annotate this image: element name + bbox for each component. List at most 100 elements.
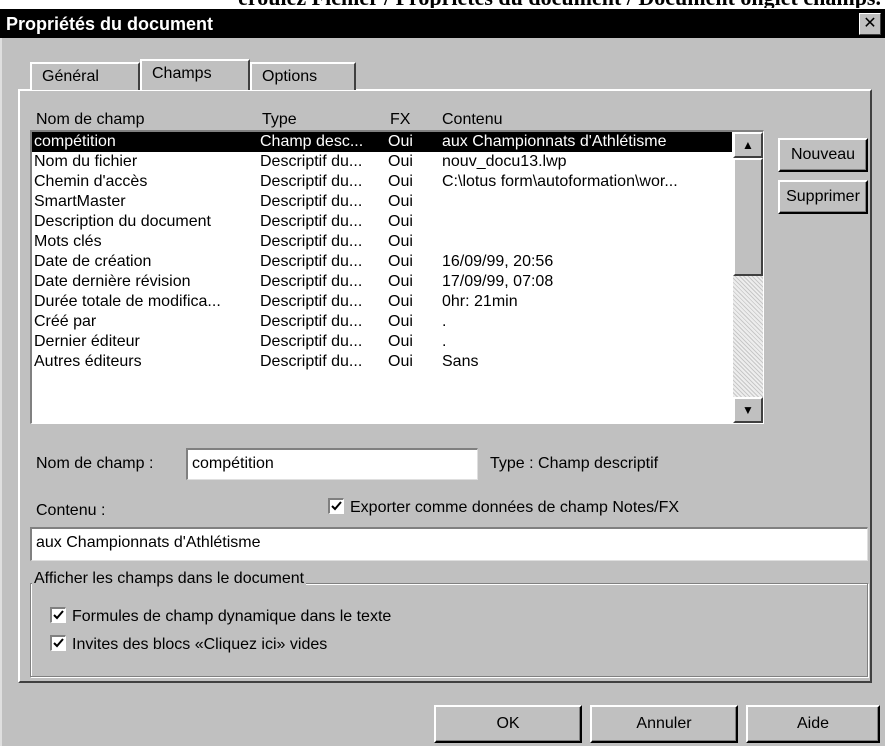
scroll-up-button[interactable]: ▲	[733, 132, 763, 158]
delete-field-button[interactable]: Supprimer	[778, 180, 868, 214]
list-item[interactable]: compétition Champ desc... Oui aux Championn…	[32, 132, 732, 152]
checkmark-icon	[53, 610, 64, 620]
cell-content: aux Championnats d'Athlétisme	[442, 133, 667, 150]
fields-list[interactable]: compétition Champ desc... Oui aux Championn…	[30, 130, 764, 424]
cell-type: Descriptif du...	[260, 353, 363, 370]
button-label: Annuler	[636, 715, 692, 732]
checkmark-icon	[53, 638, 64, 648]
list-item[interactable]: Autres éditeurs Descriptif du... Oui Sans	[32, 352, 732, 372]
cell-type: Descriptif du...	[260, 173, 363, 190]
list-item[interactable]: Date dernière révision Descriptif du... Ou…	[32, 272, 732, 292]
cell-fx: Oui	[388, 313, 413, 330]
field-name-input[interactable]: compétition	[186, 448, 478, 480]
cell-fx: Oui	[388, 333, 413, 350]
cell-fx: Oui	[388, 253, 413, 270]
list-scrollbar[interactable]: ▲ ▼	[733, 132, 763, 423]
content-input[interactable]: aux Championnats d'Athlétisme	[30, 527, 868, 561]
export-checkbox-row[interactable]: Exporter comme données de champ Notes/FX	[328, 497, 679, 519]
cell-name: Autres éditeurs	[34, 353, 142, 370]
cell-fx: Oui	[388, 233, 413, 250]
col-header-content[interactable]: Contenu	[442, 110, 503, 130]
list-item[interactable]: Description du document Descriptif du... O…	[32, 212, 732, 232]
dialog-title: Propriétés du document	[6, 14, 214, 34]
cell-fx: Oui	[388, 133, 413, 150]
help-button[interactable]: Aide	[746, 705, 880, 743]
list-item[interactable]: Créé par Descriptif du... Oui.	[32, 312, 732, 332]
cell-name: Nom du fichier	[34, 153, 138, 170]
arrow-down-icon: ▼	[742, 403, 754, 417]
export-checkbox-label: Exporter comme données de champ Notes/FX	[350, 499, 680, 516]
cell-type: Descriptif du...	[260, 213, 363, 230]
cell-name: SmartMaster	[34, 193, 126, 210]
click-here-prompts-option[interactable]: Invites des blocs «Cliquez ici» vides	[50, 634, 327, 656]
group-legend: Afficher les champs dans le document	[32, 568, 307, 590]
dynamic-formulas-option[interactable]: Formules de champ dynamique dans le text…	[50, 606, 391, 628]
option-label: Formules de champ dynamique dans le text…	[72, 608, 392, 625]
cell-name: Date de création	[34, 253, 152, 270]
list-item[interactable]: SmartMaster Descriptif du... Oui	[32, 192, 732, 212]
tab-options[interactable]: Options	[250, 62, 356, 90]
cell-name: Dernier éditeur	[34, 333, 140, 350]
cell-type: Descriptif du...	[260, 253, 363, 270]
tab-label: Général	[42, 68, 99, 85]
ok-button[interactable]: OK	[434, 705, 582, 743]
cell-fx: Oui	[388, 273, 413, 290]
cell-type: Descriptif du...	[260, 153, 363, 170]
cell-fx: Oui	[388, 173, 413, 190]
list-item[interactable]: Dernier éditeur Descriptif du... Oui.	[32, 332, 732, 352]
tab-champs[interactable]: Champs	[140, 59, 250, 90]
cell-content: Sans	[442, 353, 479, 370]
close-button[interactable]: ✕	[859, 13, 881, 35]
col-header-name[interactable]: Nom de champ	[36, 110, 145, 130]
cell-content: 0hr: 21min	[442, 293, 518, 310]
content-label: Contenu :	[36, 502, 106, 519]
cell-type: Descriptif du...	[260, 233, 363, 250]
cell-fx: Oui	[388, 353, 413, 370]
dynamic-formulas-checkbox[interactable]	[50, 607, 66, 623]
cell-name: Description du document	[34, 213, 211, 230]
col-header-type[interactable]: Type	[262, 110, 297, 130]
list-item[interactable]: Chemin d'accès Descriptif du... Oui C:\lotu…	[32, 172, 732, 192]
cell-type: Descriptif du...	[260, 313, 363, 330]
cell-name: Durée totale de modifica...	[34, 293, 221, 310]
option-label: Invites des blocs «Cliquez ici» vides	[72, 636, 328, 653]
tab-label: Options	[262, 68, 318, 85]
list-item[interactable]: Date de création Descriptif du... Oui 16/09…	[32, 252, 732, 272]
list-item[interactable]: Mots clés Descriptif du... Oui	[32, 232, 732, 252]
cell-content: nouv_docu13.lwp	[442, 153, 567, 170]
cell-name: Créé par	[34, 313, 97, 330]
checkmark-icon	[331, 501, 342, 511]
cell-content: 16/09/99, 20:56	[442, 253, 554, 270]
cell-fx: Oui	[388, 193, 413, 210]
cell-content: C:\lotus form\autoformation\wor...	[442, 173, 678, 190]
click-here-prompts-checkbox[interactable]	[50, 635, 66, 651]
dialog-titlebar: Propriétés du document ✕	[0, 8, 885, 38]
cell-name: Chemin d'accès	[34, 173, 148, 190]
cell-fx: Oui	[388, 153, 413, 170]
cell-name: Date dernière révision	[34, 273, 191, 290]
button-label: Aide	[796, 715, 830, 732]
cell-content: 17/09/99, 07:08	[442, 273, 554, 290]
type-label: Type : Champ descriptif	[490, 455, 659, 472]
cell-content: .	[442, 313, 447, 330]
arrow-up-icon: ▲	[742, 138, 754, 152]
cell-type: Champ desc...	[260, 133, 364, 150]
button-label: OK	[496, 715, 520, 732]
cell-type: Descriptif du...	[260, 273, 363, 290]
cell-fx: Oui	[388, 213, 413, 230]
cell-name: Mots clés	[34, 233, 102, 250]
export-checkbox[interactable]	[328, 498, 344, 514]
cancel-button[interactable]: Annuler	[590, 705, 738, 743]
field-name-label: Nom de champ :	[36, 455, 154, 472]
new-field-button[interactable]: Nouveau	[778, 138, 868, 172]
cell-content: .	[442, 333, 447, 350]
tab-label: Champs	[152, 65, 212, 82]
list-item[interactable]: Nom du fichier Descriptif du... Oui nouv_do…	[32, 152, 732, 172]
button-label: Nouveau	[790, 146, 856, 163]
list-item[interactable]: Durée totale de modifica... Descriptif du…	[32, 292, 732, 312]
scroll-thumb[interactable]	[733, 158, 763, 276]
tab-general[interactable]: Général	[30, 62, 140, 90]
col-header-fx[interactable]: FX	[390, 110, 410, 130]
scroll-down-button[interactable]: ▼	[733, 397, 763, 423]
cell-fx: Oui	[388, 293, 413, 310]
